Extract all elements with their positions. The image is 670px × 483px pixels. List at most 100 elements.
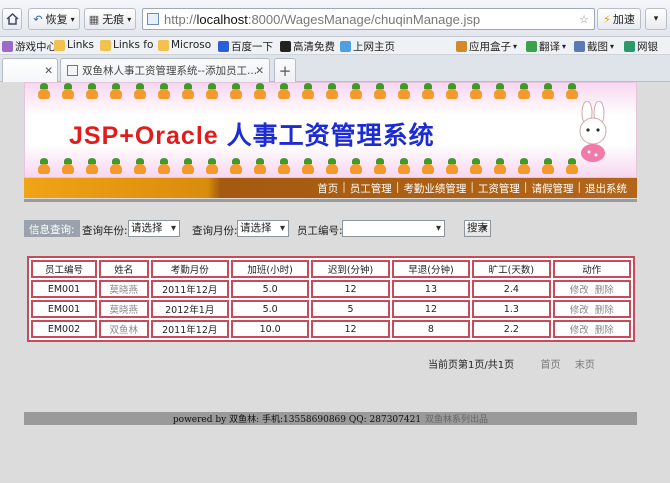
carrot-icon xyxy=(179,83,197,99)
bookmark-app-box[interactable]: 应用盒子 ▾ xyxy=(456,39,517,54)
nav-separator: | xyxy=(577,181,581,193)
carrot-icon xyxy=(419,158,437,174)
nav-home[interactable]: 首页 xyxy=(317,181,338,196)
new-tab-button[interactable]: + xyxy=(274,58,296,82)
tab-current[interactable]: 双鱼林人事工资管理系统--添加员工... ✕ xyxy=(60,58,270,82)
tab-blank[interactable]: ✕ xyxy=(2,58,58,82)
carrot-icon xyxy=(107,158,125,174)
undo-icon: ↶ xyxy=(33,12,43,26)
cell-name: 莫晓燕 xyxy=(99,300,149,318)
tab-label: 双鱼林人事工资管理系统--添加员工... xyxy=(82,65,258,77)
cell-overtime: 5.0 xyxy=(230,280,310,298)
col-header: 早退(分钟) xyxy=(391,260,471,278)
delete-link[interactable]: 删除 xyxy=(595,325,614,336)
page-content: JSP+Oracle 人事工资管理系统 首页 | 员工管理 | 考勤业绩管理 | 工资… xyxy=(0,82,670,483)
bookmark-baidu[interactable]: 百度一下 xyxy=(218,39,273,54)
delete-link[interactable]: 删除 xyxy=(595,285,614,296)
carrot-icon xyxy=(491,83,509,99)
bookmark-links[interactable]: Links xyxy=(54,39,94,51)
carrot-icon xyxy=(347,158,365,174)
month-label: 查询月份: xyxy=(192,225,238,237)
nav-separator: | xyxy=(342,181,346,193)
bank-icon xyxy=(624,41,635,52)
carrot-icon xyxy=(299,158,317,174)
speed-label: 加速 xyxy=(612,13,635,26)
restore-label: 恢复 xyxy=(45,13,68,26)
home-button[interactable] xyxy=(2,8,22,30)
footer-text: powered by 双鱼林: 手机:13558690869 QQ: 28730… xyxy=(172,415,422,425)
nav-logout[interactable]: 退出系统 xyxy=(585,181,627,196)
col-header: 加班(小时) xyxy=(230,260,310,278)
carrot-icon xyxy=(467,83,485,99)
search-button[interactable]: 搜索 xyxy=(464,220,491,237)
incognito-button[interactable]: ▦ 无痕 ▾ xyxy=(84,8,136,30)
chevron-down-icon: ▾ xyxy=(562,42,567,51)
close-icon[interactable]: ✕ xyxy=(255,65,264,77)
bookmark-homepage[interactable]: 上网主页 xyxy=(340,39,395,54)
home-icon xyxy=(5,13,19,25)
last-page-link[interactable]: 末页 xyxy=(575,360,595,371)
scissors-icon xyxy=(574,41,585,52)
cell-overtime: 5.0 xyxy=(230,300,310,318)
carrot-icon xyxy=(395,83,413,99)
bookmark-bank[interactable]: 网银 xyxy=(624,39,658,54)
carrot-row-top xyxy=(25,83,636,101)
url-path: :8000/WagesManage/chuqinManage.jsp xyxy=(247,11,481,27)
carrot-icon xyxy=(179,158,197,174)
carrot-icon xyxy=(59,83,77,99)
address-bar[interactable]: http://localhost:8000/WagesManage/chuqin… xyxy=(142,8,595,30)
search-form: 信息查询: 查询年份: 请选择 查询月份: 请选择 员工编号: 搜索 xyxy=(24,220,544,240)
edit-link[interactable]: 修改 xyxy=(570,325,589,336)
col-header: 考勤月份 xyxy=(150,260,229,278)
emp-id-input[interactable] xyxy=(342,220,445,237)
col-header: 动作 xyxy=(552,260,631,278)
nav-employees[interactable]: 员工管理 xyxy=(350,181,392,196)
bookmark-game-center[interactable]: 游戏中心 xyxy=(2,39,57,54)
bookmark-screenshot[interactable]: 截图 ▾ xyxy=(574,39,614,54)
cell-absent: 2.4 xyxy=(472,280,551,298)
edit-link[interactable]: 修改 xyxy=(570,305,589,316)
cell-name: 莫晓燕 xyxy=(99,280,149,298)
cell-late: 5 xyxy=(311,300,390,318)
cell-actions: 修改 删除 xyxy=(552,320,631,338)
carrot-icon xyxy=(59,158,77,174)
nav-wages[interactable]: 工资管理 xyxy=(478,181,520,196)
page-icon xyxy=(67,65,78,76)
carrot-icon xyxy=(155,158,173,174)
close-icon[interactable]: ✕ xyxy=(44,65,53,77)
carrot-icon xyxy=(275,158,293,174)
carrot-icon xyxy=(347,83,365,99)
nav-attendance[interactable]: 考勤业绩管理 xyxy=(403,181,466,196)
table-row: EM002 双鱼林 2011年12月 10.0 12 8 2.2 修改 删除 xyxy=(31,320,631,338)
chevron-down-icon: ▾ xyxy=(610,42,615,51)
pager: 当前页第1页/共1页 首页 末页 xyxy=(428,356,595,371)
folder-icon xyxy=(158,39,169,51)
carrot-icon xyxy=(443,83,461,99)
banner: JSP+Oracle 人事工资管理系统 xyxy=(24,82,637,178)
bookmark-microsoft[interactable]: Microso xyxy=(158,39,211,51)
restore-button[interactable]: ↶ 恢复 ▾ xyxy=(28,8,80,30)
cell-month: 2012年1月 xyxy=(150,300,229,318)
favorite-button[interactable]: ☆ xyxy=(575,8,593,30)
year-select[interactable]: 请选择 xyxy=(128,220,180,237)
bookmark-translate[interactable]: 翻译 ▾ xyxy=(526,39,566,54)
edit-link[interactable]: 修改 xyxy=(570,285,589,296)
nav-leave[interactable]: 请假管理 xyxy=(531,181,573,196)
nav-separator: | xyxy=(523,181,528,193)
first-page-link[interactable]: 首页 xyxy=(540,360,560,371)
bookmark-links-fo[interactable]: Links fo xyxy=(100,39,153,51)
month-select[interactable]: 请选择 xyxy=(237,220,289,237)
delete-link[interactable]: 删除 xyxy=(595,305,614,316)
more-button[interactable]: ▾ xyxy=(645,8,667,30)
carrot-icon xyxy=(467,158,485,174)
plus-icon: + xyxy=(278,61,292,80)
carrot-icon xyxy=(35,83,53,99)
chevron-down-icon: ▾ xyxy=(70,14,75,24)
bookmark-hd-free[interactable]: 高清免费 xyxy=(280,39,335,54)
cell-name: 双鱼林 xyxy=(99,320,149,338)
carrot-icon xyxy=(323,83,341,99)
folder-icon xyxy=(100,39,111,51)
carrot-icon xyxy=(515,158,533,174)
speed-button[interactable]: ⚡ 加速 xyxy=(597,8,641,30)
incognito-label: 无痕 xyxy=(102,13,125,26)
